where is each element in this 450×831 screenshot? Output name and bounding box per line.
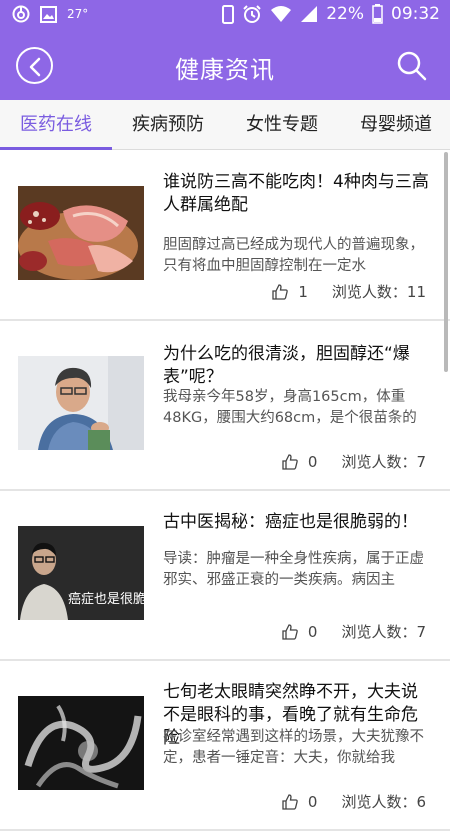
wifi-icon [271,6,292,22]
article-summary: 导读：肿瘤是一种全身性疾病，属于正虚邪实、邪盛正衰的一类疾病。病因主 [163,551,424,588]
view-count: 6 [416,792,426,811]
like-count: 1 [298,282,308,301]
thumbnail-caption: 癌症也是很脆弱 [68,592,144,607]
thumbs-up-icon[interactable] [282,623,298,640]
article-item[interactable]: 七旬老太眼睛突然睁不开，大夫说不是眼科的事，看晚了就有生命危险 在诊室经常遇到这… [0,661,450,831]
tab-women-topics[interactable]: 女性专题 [224,100,340,150]
tab-disease-prevention[interactable]: 疾病预防 [112,100,224,150]
article-stats: 0 浏览人数： 6 [282,791,426,812]
like-count: 0 [307,452,318,471]
article-title[interactable]: 古中医揭秘：癌症也是很脆弱的！ [163,511,433,534]
article-item[interactable]: 癌症也是很脆弱 古中医揭秘：癌症也是很脆弱的！ 导读：肿瘤是一种全身性疾病，属于… [0,491,450,661]
article-stats: 1 浏览人数： 11 [272,281,426,302]
view-count: 7 [416,622,426,641]
search-icon [397,51,427,81]
signal-icon [301,6,318,22]
page-title: 健康资讯 [175,56,275,84]
article-thumbnail [18,696,144,790]
search-button[interactable] [396,50,428,82]
clock: 09:32 [391,4,440,24]
view-count: 7 [416,452,426,471]
image-notification-icon [40,5,57,23]
views-label: 浏览人数： [341,453,417,471]
category-tabs: 医药在线 疾病预防 女性专题 母婴频道 [0,100,450,150]
article-title[interactable]: 谁说防三高不能吃肉！4种肉与三高人群属绝配 [163,171,433,217]
article-title[interactable]: 为什么吃的很清淡，胆固醇还“爆表”呢？ [163,343,433,389]
thumbs-up-icon[interactable] [282,793,298,810]
tab-mother-baby[interactable]: 母婴频道 [340,100,450,150]
alarm-icon [243,5,261,23]
battery-icon [372,4,383,24]
like-count: 0 [307,622,318,641]
view-count: 11 [406,282,426,301]
scrollbar[interactable] [444,152,448,372]
article-summary: 在诊室经常遇到这样的场景，大夫犹豫不定，患者一锤定音：大夫，你就给我 [163,729,424,766]
article-summary: 我母亲今年58岁，身高165cm，体重48KG，腰围大约68cm，是个很苗条的 [163,389,417,426]
article-item[interactable]: 为什么吃的很清淡，胆固醇还“爆表”呢？ 我母亲今年58岁，身高165cm，体重4… [0,321,450,491]
tab-medicine-online[interactable]: 医药在线 [0,100,112,150]
thumbs-up-icon[interactable] [282,453,298,470]
article-stats: 0 浏览人数： 7 [282,621,426,642]
like-count: 0 [307,792,318,811]
status-bar: 27° 22% 09:32 [0,0,450,30]
app-notification-icon [12,5,30,23]
views-label: 浏览人数： [341,623,417,641]
battery-percent: 22% [326,4,364,24]
temperature: 27° [67,7,89,21]
thumbs-up-icon[interactable] [272,283,289,300]
active-tab-indicator [0,147,112,150]
article-stats: 0 浏览人数： 7 [282,451,426,472]
app-bar: 健康资讯 [0,30,450,100]
views-label: 浏览人数： [331,283,407,301]
article-item[interactable]: 谁说防三高不能吃肉！4种肉与三高人群属绝配 胆固醇过高已经成为现代人的普遍现象，… [0,151,450,321]
article-summary: 胆固醇过高已经成为现代人的普遍现象，只有将血中胆固醇控制在一定水 [163,237,424,274]
phone-icon [222,4,235,24]
article-thumbnail [18,186,144,280]
article-thumbnail: 癌症也是很脆弱 [18,526,144,620]
views-label: 浏览人数： [341,793,417,811]
article-thumbnail [18,356,144,450]
